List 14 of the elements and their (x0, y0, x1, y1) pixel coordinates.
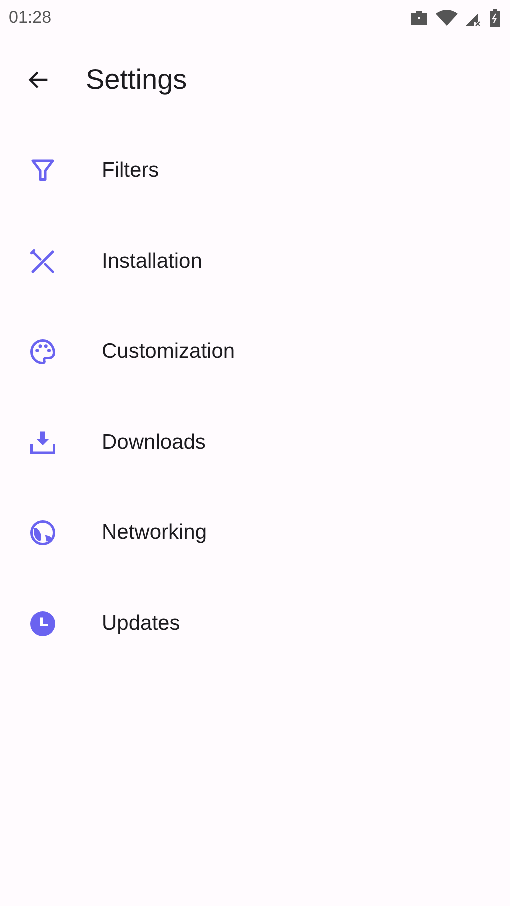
battery-icon (490, 9, 500, 27)
clock-icon (28, 608, 58, 639)
settings-item[interactable]: Networking (0, 488, 510, 578)
page-title: Settings (86, 64, 188, 96)
settings-item[interactable]: Downloads (0, 398, 510, 488)
settings-item[interactable]: Customization (0, 307, 510, 398)
settings-item[interactable]: Installation (0, 216, 510, 307)
settings-item[interactable]: Updates (0, 578, 510, 669)
wifi-icon (436, 10, 458, 26)
globe-icon (28, 518, 58, 548)
settings-item[interactable]: Filters (0, 126, 510, 216)
briefcase-icon (410, 10, 428, 26)
palette-icon (28, 337, 58, 368)
status-time: 01:28 (9, 8, 52, 28)
